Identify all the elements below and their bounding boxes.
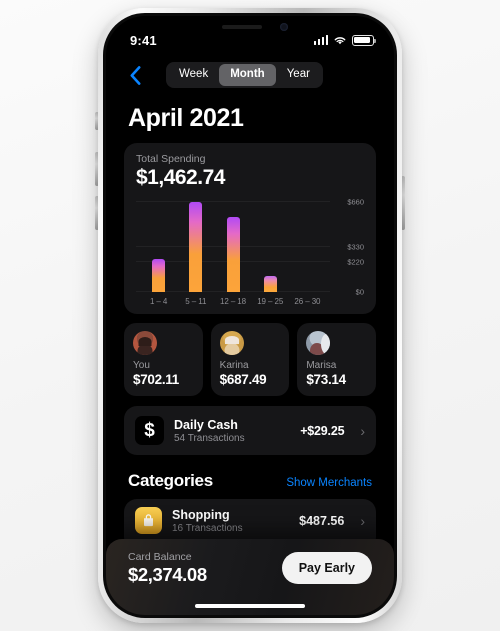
battery-icon — [352, 34, 376, 46]
category-transactions: 16 Transactions — [172, 522, 243, 534]
wifi-icon — [334, 36, 346, 44]
device-screen: 9:41 Week Month Year April 2021 Total Sp… — [106, 16, 394, 615]
person-card-karina[interactable]: Karina $687.49 — [210, 323, 290, 396]
chart-x-label: 12 – 18 — [220, 297, 246, 306]
pay-early-button[interactable]: Pay Early — [281, 552, 372, 584]
navigation-bar: Week Month Year — [106, 56, 394, 94]
apple-card-spending-screen: Week Month Year April 2021 Total Spendin… — [106, 56, 394, 615]
person-name: You — [133, 360, 150, 371]
page-title: April 2021 — [128, 104, 244, 132]
shopping-bag-icon — [135, 507, 162, 534]
person-card-marisa[interactable]: Marisa $73.14 — [297, 323, 377, 396]
back-button[interactable] — [122, 62, 148, 88]
chart-bars — [140, 196, 326, 292]
chart-bar[interactable] — [226, 216, 240, 292]
avatar-you — [133, 331, 157, 355]
chart-bar-column[interactable] — [214, 196, 251, 292]
chart-bar[interactable] — [263, 275, 277, 292]
status-bar-icons — [313, 34, 376, 46]
iphone-device-frame: 9:41 Week Month Year April 2021 Total Sp… — [98, 8, 402, 623]
cellular-signal-icon — [313, 35, 328, 45]
categories-header: Categories Show Merchants — [124, 471, 376, 491]
daily-cash-amount: +$29.25 — [300, 423, 345, 438]
segment-week[interactable]: Week — [168, 64, 219, 85]
daily-cash-transactions: 54 Transactions — [174, 432, 245, 444]
show-merchants-link[interactable]: Show Merchants — [286, 477, 372, 489]
person-card-you[interactable]: You $702.11 — [124, 323, 203, 396]
chart-x-axis: 1 – 4 5 – 11 12 – 18 19 – 25 26 – 30 — [140, 297, 326, 306]
total-spending-card[interactable]: Total Spending $1,462.74 1 – 4 5 – 11 12 –… — [124, 143, 376, 314]
period-segmented-control[interactable]: Week Month Year — [166, 62, 323, 88]
people-spending-row: You $702.11 Karina $687.49 Marisa $73.14 — [124, 323, 377, 396]
card-balance-label: Card Balance — [128, 550, 192, 563]
chart-x-label: 5 – 11 — [185, 297, 207, 306]
page-backdrop: 9:41 Week Month Year April 2021 Total Sp… — [0, 0, 500, 631]
dollar-sign-icon: $ — [135, 416, 164, 445]
card-balance-amount: $2,374.08 — [128, 563, 207, 585]
device-bezel: 9:41 Week Month Year April 2021 Total Sp… — [103, 13, 397, 618]
person-amount: $687.49 — [219, 372, 267, 387]
chevron-right-icon: › — [360, 512, 365, 529]
status-bar-clock: 9:41 — [130, 32, 157, 48]
chart-plot-area: 1 – 4 5 – 11 12 – 18 19 – 25 26 – 30 — [136, 196, 330, 306]
total-spending-amount: $1,462.74 — [136, 166, 225, 189]
segment-year[interactable]: Year — [276, 64, 321, 85]
total-spending-label: Total Spending — [136, 153, 206, 165]
card-balance-text: Card Balance $2,374.08 — [128, 551, 207, 586]
chart-x-label: 19 – 25 — [257, 297, 284, 306]
chart-bar-column[interactable] — [252, 196, 289, 292]
shopping-bag-glyph — [144, 514, 153, 527]
avatar-marisa — [306, 331, 331, 355]
person-name: Karina — [219, 360, 249, 371]
chevron-left-icon — [130, 65, 140, 85]
avatar-karina — [219, 331, 244, 355]
daily-cash-text: Daily Cash 54 Transactions — [174, 418, 290, 444]
daily-cash-title: Daily Cash — [174, 417, 238, 432]
spending-bar-chart[interactable]: 1 – 4 5 – 11 12 – 18 19 – 25 26 – 30 $660 $33… — [136, 196, 364, 306]
category-name: Shopping — [172, 507, 230, 522]
category-text: Shopping 16 Transactions — [172, 508, 289, 534]
home-indicator[interactable] — [195, 604, 305, 608]
chart-bar-column[interactable] — [140, 196, 177, 292]
segment-month[interactable]: Month — [219, 64, 276, 86]
chart-bar[interactable] — [152, 259, 166, 292]
person-amount: $73.14 — [306, 372, 346, 387]
categories-heading: Categories — [128, 471, 213, 490]
chart-x-label: 26 – 30 — [294, 297, 321, 306]
chart-y-label: $660 — [347, 197, 364, 206]
chevron-right-icon: › — [360, 422, 365, 439]
scroll-content: Total Spending $1,462.74 1 – 4 5 – 11 12 –… — [106, 143, 394, 550]
person-name: Marisa — [306, 360, 337, 371]
daily-cash-row[interactable]: $ Daily Cash 54 Transactions +$29.25 › — [124, 406, 376, 455]
chart-bar[interactable] — [189, 201, 203, 292]
chart-y-label: $220 — [347, 257, 364, 267]
chart-x-label: 1 – 4 — [149, 297, 168, 306]
chart-y-axis: $660 $330 $220 $0 — [330, 196, 364, 306]
category-amount: $487.56 — [299, 513, 345, 528]
person-amount: $702.11 — [133, 372, 179, 387]
chart-bar-column[interactable] — [289, 196, 326, 292]
chart-y-label: $0 — [355, 287, 364, 297]
chart-y-label: $330 — [347, 242, 364, 252]
category-row-shopping[interactable]: Shopping 16 Transactions $487.56 › — [135, 507, 365, 534]
status-bar: 9:41 — [106, 16, 394, 56]
chart-bar-column[interactable] — [177, 196, 214, 292]
